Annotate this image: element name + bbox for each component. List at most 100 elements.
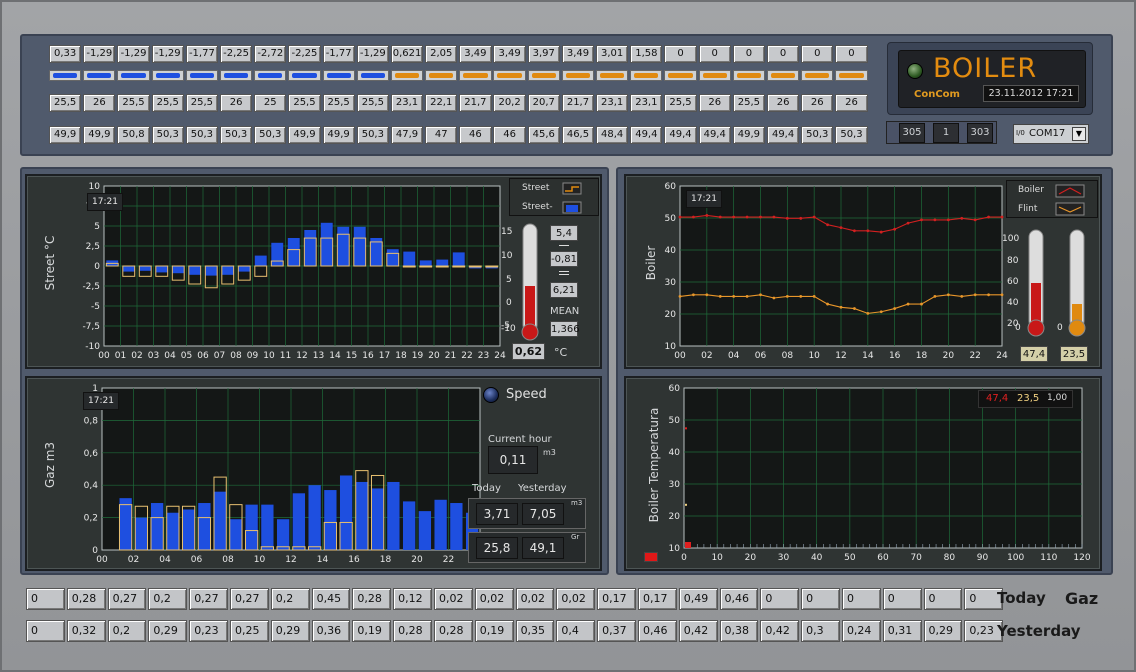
gaz-y-tick: 0,2 (84, 514, 98, 524)
flint-tick-0: 0 (1057, 323, 1063, 333)
gaz-yesterday-bar (387, 481, 400, 550)
app-title: BOILER (933, 53, 1038, 84)
gaz-cell: 0 (882, 588, 922, 610)
temp-x-tick: 40 (811, 553, 823, 563)
value-cell: 21,7 (561, 94, 595, 112)
street-x-tick: 01 (115, 351, 126, 361)
bar-cell (390, 70, 424, 81)
gaz-cell: 0,02 (556, 588, 596, 610)
gaz-yesterday-bar (355, 481, 369, 550)
street-bar-row (49, 70, 870, 81)
legend-street-label: Street (522, 183, 550, 193)
temp-indicator-icon[interactable] (644, 552, 658, 562)
boiler-point (946, 218, 950, 222)
value-cell: 49,4 (698, 126, 731, 144)
gaz-x-tick: 02 (128, 555, 139, 565)
street-bar (402, 265, 416, 268)
gaz-cell: 0,12 (393, 588, 432, 610)
street-chart: 00 01 02 03 04 05 06 07 08 09 10 11 12 13 14 15 16 17 18 19… (82, 182, 506, 361)
temp-y-tick: 20 (669, 512, 681, 522)
value-cell: -1,77 (185, 45, 219, 63)
boiler-point (933, 218, 937, 222)
boiler-point (839, 226, 843, 229)
flint-point (678, 295, 682, 298)
yesterday-row-label: Yesterday (997, 622, 1081, 640)
value-cell: 0 (801, 45, 834, 63)
gaz-cell: 0 (923, 588, 963, 610)
svg-text:10: 10 (501, 251, 513, 261)
street-x-tick: 21 (445, 351, 456, 361)
gaz-yesterday-bar (292, 493, 306, 550)
svg-text:100: 100 (1002, 234, 1019, 244)
boiler-x-tick: 16 (889, 351, 901, 361)
boiler-point (785, 216, 789, 220)
street-x-tick: 06 (197, 351, 209, 361)
gaz-cell: 0 (26, 588, 65, 610)
value-cell: 3,49 (493, 45, 526, 63)
bar-fill (223, 73, 249, 78)
value-cell: 49,9 (83, 126, 116, 144)
value-cell: 3,49 (561, 45, 595, 63)
bar-cell (698, 70, 731, 81)
boiler-point (879, 230, 883, 234)
street-mean-value: 1,366 (550, 321, 580, 337)
temp-y-tick: 10 (669, 544, 681, 554)
street-x-tick: 17 (379, 351, 390, 361)
gaz-yesterday-bar (261, 504, 274, 550)
value-cell: 26 (835, 94, 868, 112)
street-bar (419, 265, 433, 268)
street-x-tick: 08 (230, 351, 242, 361)
street-x-tick: 22 (461, 351, 472, 361)
svg-text:60: 60 (1007, 277, 1019, 287)
street-y-tick: -2,5 (82, 282, 100, 292)
temp-y-tick: 50 (669, 416, 681, 426)
flint-point (987, 293, 990, 297)
street-bar (435, 265, 449, 268)
gaz-yesterday-bar (213, 491, 227, 550)
street-max-value: 5,4 (550, 225, 578, 241)
today-m3-value: 3,71 (476, 503, 518, 525)
value-cell: 47 (425, 126, 458, 144)
temp-x-tick: 60 (877, 553, 889, 563)
gaz-cell: 0,49 (678, 588, 718, 610)
bar-cell (766, 70, 800, 81)
value-cell: 20,2 (493, 94, 526, 112)
flint-point (826, 302, 829, 306)
bar-fill (497, 73, 522, 78)
street-minus-bar (122, 266, 135, 272)
value-cell: -1,29 (117, 45, 150, 63)
street-minus-bar (205, 266, 218, 276)
value-cell: 25,5 (151, 94, 184, 112)
boiler-temp-row: 49,9 49,9 50,8 50,3 50,3 50,3 50,3 49,9 49,9 50,3… (49, 126, 870, 144)
street-y-label: Street °C (43, 235, 57, 291)
gaz-cell: 0,32 (66, 620, 106, 642)
gaz-cell: 0,25 (229, 620, 269, 642)
value-cell: 49,4 (766, 126, 800, 144)
chevron-down-icon[interactable]: ▼ (1072, 127, 1086, 141)
bar-fill (258, 73, 283, 78)
gaz-cell: 0,27 (229, 588, 269, 610)
gaz-cell: 0,28 (352, 588, 392, 610)
temp-x-tick: 80 (944, 553, 956, 563)
temp-readout: 47,4 23,5 1,00 (978, 390, 1073, 408)
value-cell: 50,3 (151, 126, 184, 144)
boiler-point (960, 216, 964, 220)
port-select[interactable]: I/0 COM17 ▼ (1013, 124, 1089, 144)
speed-lamp-icon[interactable] (483, 387, 499, 403)
boiler-point (920, 218, 923, 222)
legend-flint-label: Flint (1018, 204, 1038, 214)
bar-cell (630, 70, 663, 81)
street-minus-bar (172, 266, 185, 274)
boiler-legend: Boiler Flint (1006, 180, 1098, 218)
gaz-yesterday-bar (371, 488, 384, 550)
street-minus-bar (188, 266, 201, 275)
street-legend: Street Street- (509, 178, 599, 216)
legend-street-minus-swatch (562, 201, 582, 214)
value-cell: -2,72 (254, 45, 287, 63)
gaz-cell: 0,3 (801, 620, 840, 642)
street-x-tick: 07 (214, 351, 225, 361)
bar-cell (117, 70, 150, 81)
bar-cell (425, 70, 458, 81)
boiler-x-tick: 10 (808, 351, 820, 361)
temp-y-tick: 40 (669, 448, 681, 458)
